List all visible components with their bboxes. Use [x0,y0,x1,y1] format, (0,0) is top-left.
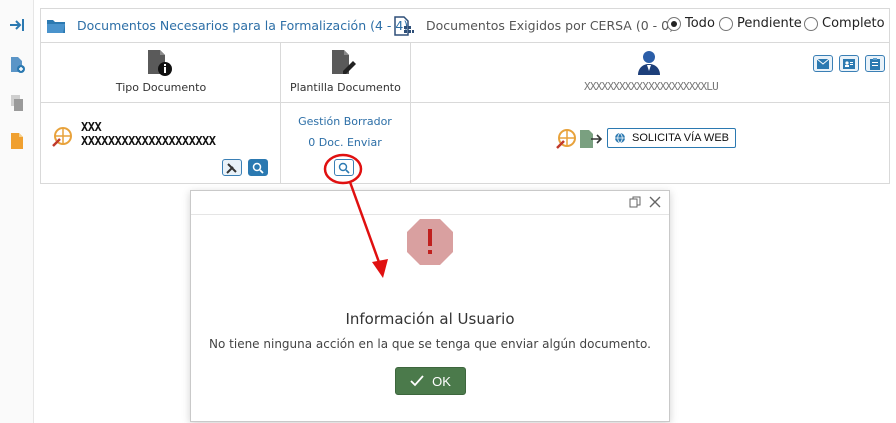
annotation-overlay [323,153,388,278]
annotation-circle [323,153,363,185]
annotation-arrow-head [372,259,388,278]
annotation-arrow-line [348,181,382,266]
